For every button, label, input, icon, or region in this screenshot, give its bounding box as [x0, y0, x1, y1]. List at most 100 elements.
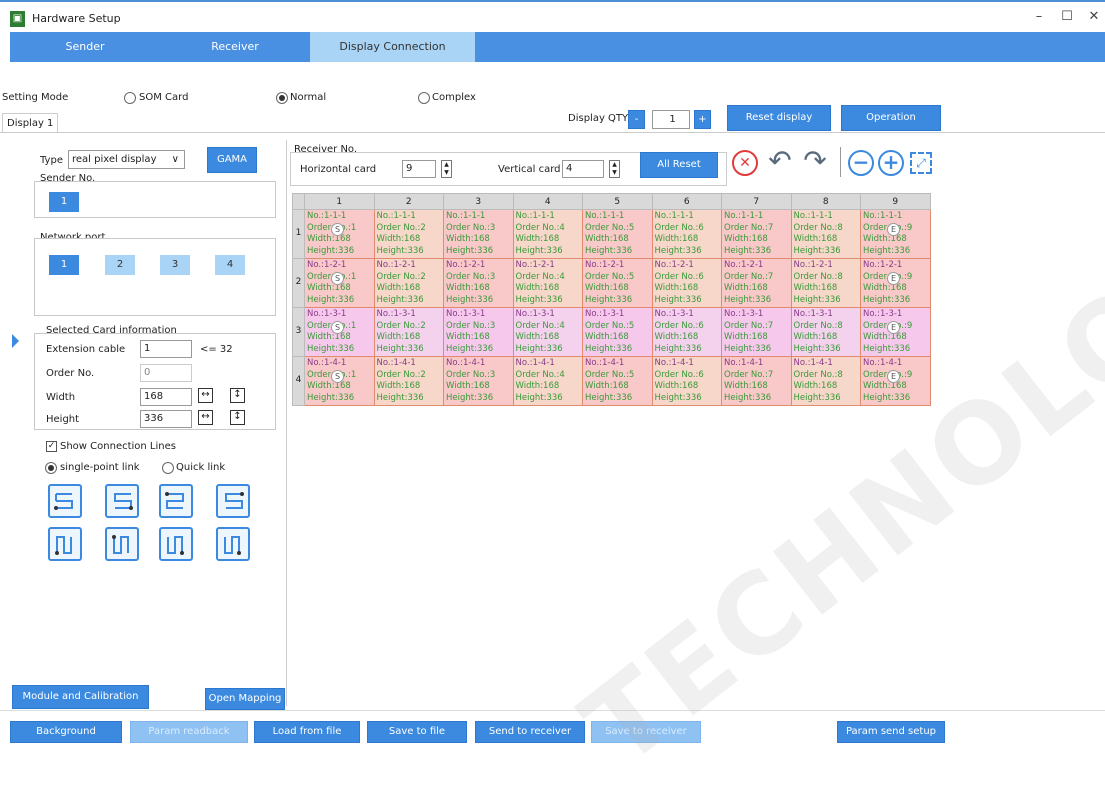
all-reset-button[interactable]: All Reset: [640, 152, 718, 178]
minimize-button[interactable]: –: [1030, 8, 1048, 26]
receiver-card-cell[interactable]: No.:1-2-1 Order No.:3 Width:168 Height:336: [443, 258, 514, 308]
clear-icon[interactable]: ✕: [732, 150, 758, 176]
radio-som-card[interactable]: [124, 92, 136, 104]
receiver-card-cell[interactable]: No.:1-3-1 Order No.:8 Width:168 Height:336: [790, 307, 861, 357]
receiver-card-cell[interactable]: No.:1-4-1 Order No.:9 Width:168 Height:336 E: [860, 356, 931, 406]
tab-sender[interactable]: Sender: [10, 32, 160, 62]
zoom-out-icon[interactable]: −: [848, 150, 874, 176]
type-select[interactable]: real pixel display ∨: [68, 150, 185, 169]
receiver-card-cell[interactable]: No.:1-4-1 Order No.:7 Width:168 Height:336: [721, 356, 792, 406]
maximize-button[interactable]: ☐: [1058, 8, 1076, 26]
radio-complex[interactable]: [418, 92, 430, 104]
width-vertical-icon[interactable]: ↕: [230, 388, 245, 403]
operation-button[interactable]: Operation: [841, 105, 941, 131]
redo-icon[interactable]: ↷: [800, 147, 830, 175]
radio-single-point[interactable]: [45, 462, 57, 474]
link-horizontal-left-icon[interactable]: [105, 484, 139, 518]
qty-minus-button[interactable]: -: [628, 110, 645, 129]
receiver-card-cell[interactable]: No.:1-1-1 Order No.:2 Width:168 Height:336: [373, 209, 444, 259]
show-lines-checkbox[interactable]: ✓: [46, 441, 57, 452]
link-horizontal-right-icon[interactable]: [48, 484, 82, 518]
link-vertical-snake-icon[interactable]: [159, 527, 193, 561]
vertical-spinner[interactable]: ▲ ▼: [609, 160, 620, 178]
receiver-card-cell[interactable]: No.:1-2-1 Order No.:9 Width:168 Height:336 E: [860, 258, 931, 308]
save-to-file-button[interactable]: Save to file: [367, 721, 467, 743]
link-snake-down-icon[interactable]: [159, 484, 193, 518]
undo-icon[interactable]: ↶: [765, 147, 795, 175]
receiver-card-cell[interactable]: No.:1-2-1 Order No.:5 Width:168 Height:336: [582, 258, 653, 308]
link-vertical-reverse-icon[interactable]: [216, 527, 250, 561]
receiver-card-cell[interactable]: No.:1-2-1 Order No.:6 Width:168 Height:336: [651, 258, 722, 308]
display-qty-input[interactable]: 1: [652, 110, 690, 129]
receiver-card-cell[interactable]: No.:1-4-1 Order No.:1 Width:168 Height:336 S: [304, 356, 375, 406]
receiver-card-cell[interactable]: No.:1-3-1 Order No.:9 Width:168 Height:336 E: [860, 307, 931, 357]
open-mapping-button[interactable]: Open Mapping: [205, 688, 285, 710]
link-snake-left-icon[interactable]: [216, 484, 250, 518]
port-2-button[interactable]: 2: [105, 255, 135, 275]
receiver-card-cell[interactable]: No.:1-4-1 Order No.:2 Width:168 Height:336: [373, 356, 444, 406]
receiver-card-cell[interactable]: No.:1-4-1 Order No.:4 Width:168 Height:336: [512, 356, 583, 406]
send-to-receiver-button[interactable]: Send to receiver: [475, 721, 585, 743]
receiver-card-cell[interactable]: No.:1-3-1 Order No.:5 Width:168 Height:336: [582, 307, 653, 357]
grid-empty-area[interactable]: [290, 491, 1090, 706]
width-input[interactable]: 168: [140, 388, 192, 406]
tab-receiver[interactable]: Receiver: [160, 32, 310, 62]
receiver-card-cell[interactable]: No.:1-4-1 Order No.:6 Width:168 Height:336: [651, 356, 722, 406]
receiver-card-cell[interactable]: No.:1-2-1 Order No.:4 Width:168 Height:336: [512, 258, 583, 308]
receiver-card-cell[interactable]: No.:1-1-1 Order No.:7 Width:168 Height:336: [721, 209, 792, 259]
horizontal-spinner[interactable]: ▲ ▼: [441, 160, 452, 178]
reset-display-button[interactable]: Reset display: [727, 105, 831, 131]
qty-plus-button[interactable]: +: [694, 110, 711, 129]
receiver-card-cell[interactable]: No.:1-3-1 Order No.:1 Width:168 Height:336 S: [304, 307, 375, 357]
height-expand-icon[interactable]: ↔: [198, 410, 213, 425]
receiver-card-cell[interactable]: No.:1-4-1 Order No.:8 Width:168 Height:336: [790, 356, 861, 406]
load-from-file-button[interactable]: Load from file: [254, 721, 360, 743]
param-readback-button[interactable]: Param readback: [130, 721, 248, 743]
order-no-input[interactable]: 0: [140, 364, 192, 382]
receiver-card-cell[interactable]: No.:1-2-1 Order No.:1 Width:168 Height:336 S: [304, 258, 375, 308]
save-to-receiver-button[interactable]: Save to receiver: [591, 721, 701, 743]
receiver-card-cell[interactable]: No.:1-1-1 Order No.:5 Width:168 Height:336: [582, 209, 653, 259]
extension-cable-input[interactable]: 1: [140, 340, 192, 358]
receiver-card-cell[interactable]: No.:1-3-1 Order No.:6 Width:168 Height:336: [651, 307, 722, 357]
module-calibration-button[interactable]: Module and Calibration: [12, 685, 149, 709]
expand-arrow-icon[interactable]: [12, 334, 19, 348]
receiver-card-cell[interactable]: No.:1-4-1 Order No.:5 Width:168 Height:336: [582, 356, 653, 406]
receiver-card-cell[interactable]: No.:1-3-1 Order No.:7 Width:168 Height:336: [721, 307, 792, 357]
receiver-card-cell[interactable]: No.:1-1-1 Order No.:9 Width:168 Height:336 E: [860, 209, 931, 259]
receiver-card-cell[interactable]: No.:1-2-1 Order No.:2 Width:168 Height:336: [373, 258, 444, 308]
gama-button[interactable]: GAMA: [207, 147, 257, 173]
port-1-button[interactable]: 1: [49, 255, 79, 275]
vertical-card-input[interactable]: 4: [562, 160, 604, 178]
receiver-card-cell[interactable]: No.:1-2-1 Order No.:8 Width:168 Height:336: [790, 258, 861, 308]
receiver-card-cell[interactable]: No.:1-1-1 Order No.:1 Width:168 Height:336 S: [304, 209, 375, 259]
receiver-card-cell[interactable]: No.:1-1-1 Order No.:4 Width:168 Height:336: [512, 209, 583, 259]
receiver-card-cell[interactable]: No.:1-1-1 Order No.:8 Width:168 Height:336: [790, 209, 861, 259]
width-expand-icon[interactable]: ↔: [198, 388, 213, 403]
port-4-button[interactable]: 4: [215, 255, 245, 275]
receiver-card-cell[interactable]: No.:1-3-1 Order No.:3 Width:168 Height:336: [443, 307, 514, 357]
port-3-button[interactable]: 3: [160, 255, 190, 275]
receiver-card-cell[interactable]: No.:1-1-1 Order No.:6 Width:168 Height:336: [651, 209, 722, 259]
param-send-setup-button[interactable]: Param send setup: [837, 721, 945, 743]
tab-display-connection[interactable]: Display Connection: [310, 32, 475, 62]
receiver-card-cell[interactable]: No.:1-3-1 Order No.:4 Width:168 Height:336: [512, 307, 583, 357]
receiver-card-cell[interactable]: No.:1-2-1 Order No.:7 Width:168 Height:336: [721, 258, 792, 308]
receiver-card-cell[interactable]: No.:1-3-1 Order No.:2 Width:168 Height:336: [373, 307, 444, 357]
radio-quick-link[interactable]: [162, 462, 174, 474]
horizontal-card-input[interactable]: 9: [402, 160, 436, 178]
fit-screen-icon[interactable]: ⤢: [910, 152, 932, 174]
background-button[interactable]: Background: [10, 721, 122, 743]
sender-1-button[interactable]: 1: [49, 192, 79, 212]
link-vertical-up-icon[interactable]: [48, 527, 82, 561]
close-button[interactable]: ✕: [1085, 8, 1103, 26]
height-vertical-icon[interactable]: ↕: [230, 410, 245, 425]
receiver-card-cell[interactable]: No.:1-1-1 Order No.:3 Width:168 Height:336: [443, 209, 514, 259]
tab-display-1[interactable]: Display 1: [2, 113, 59, 133]
receiver-card-cell[interactable]: No.:1-4-1 Order No.:3 Width:168 Height:336: [443, 356, 514, 406]
link-vertical-down-icon[interactable]: [105, 527, 139, 561]
height-input[interactable]: 336: [140, 410, 192, 428]
extension-cable-label: Extension cable: [46, 344, 126, 355]
radio-normal[interactable]: [276, 92, 288, 104]
zoom-in-icon[interactable]: +: [878, 150, 904, 176]
